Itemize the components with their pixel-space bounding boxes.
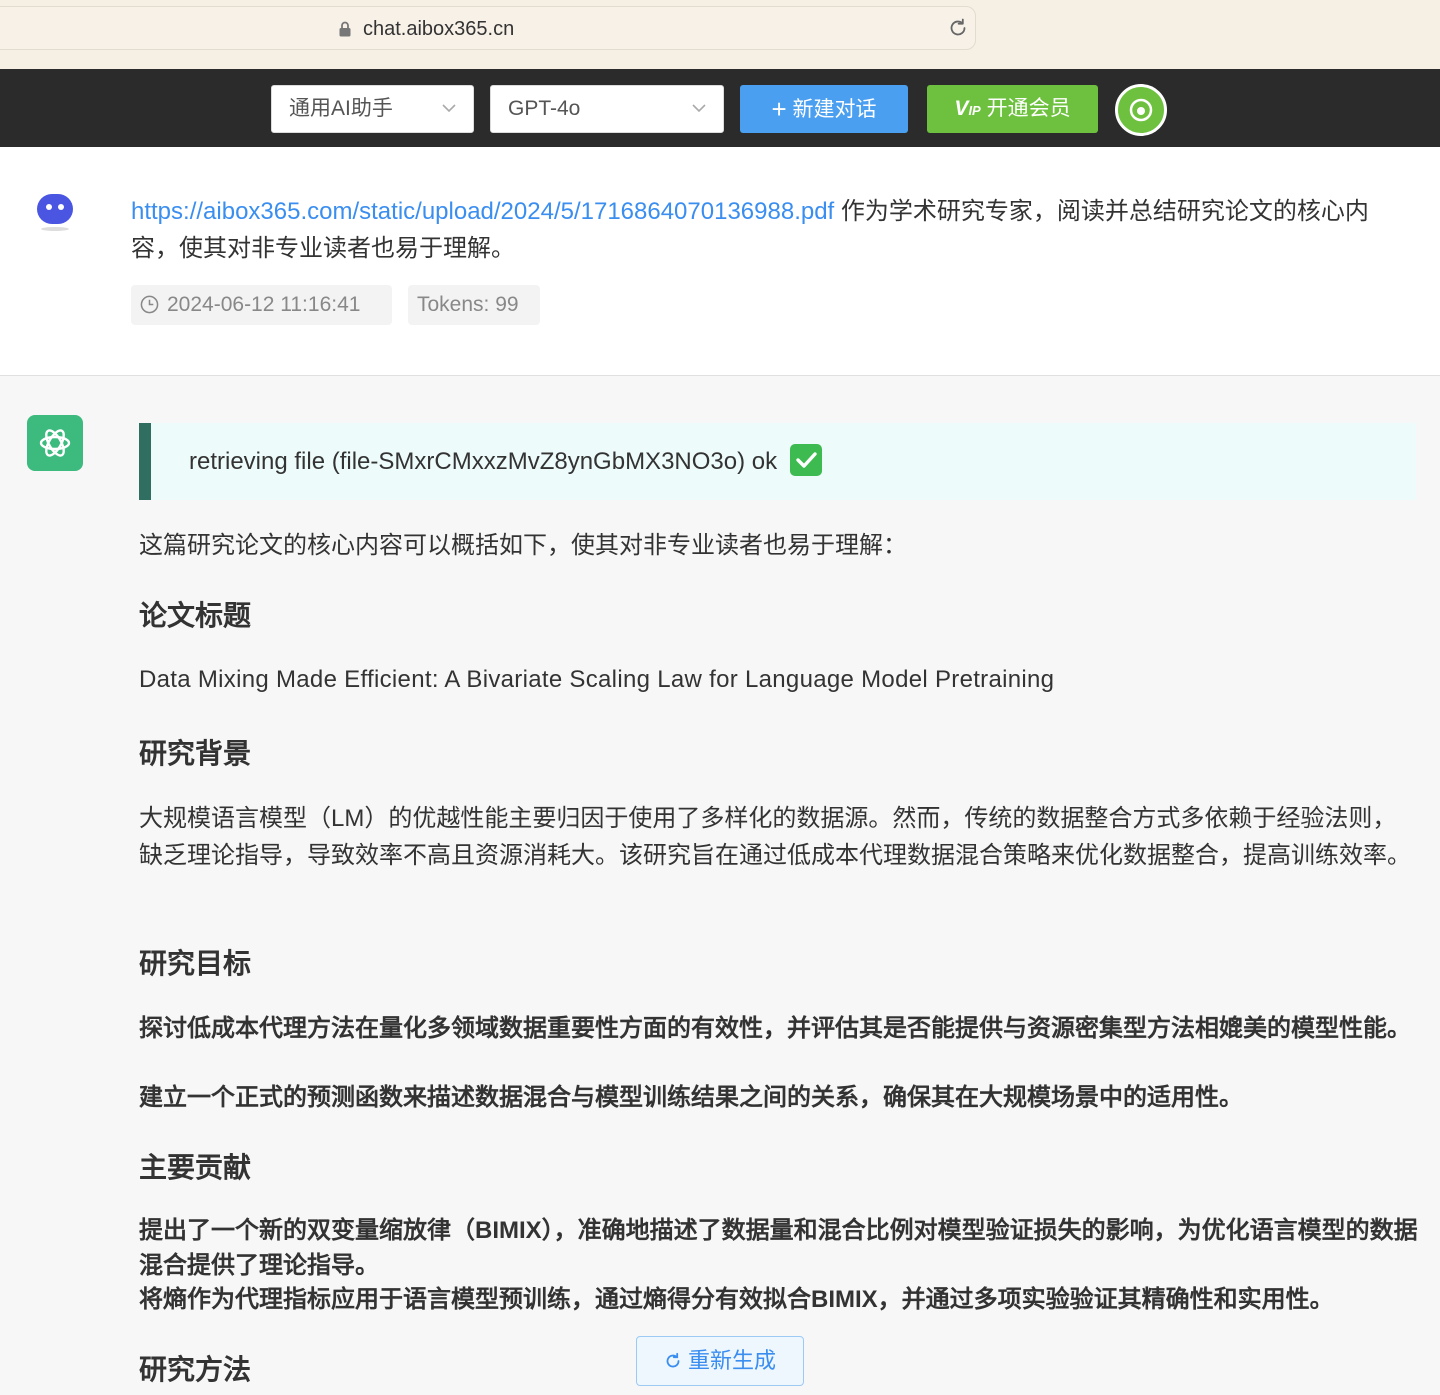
pdf-link[interactable]: https://aibox365.com/static/upload/2024/… [131, 198, 834, 225]
lock-icon [339, 21, 351, 37]
timestamp-badge: 2024-06-12 11:16:41 [131, 285, 392, 325]
assistant-select-value: 通用AI助手 [289, 97, 393, 120]
app-toolbar: 通用AI助手 GPT-4o + 新建对话 VIP 开通会员 [0, 69, 1440, 147]
clock-icon [140, 295, 159, 314]
chevron-down-icon [692, 104, 706, 113]
reload-icon[interactable] [947, 17, 969, 39]
goal-item-2: 建立一个正式的预测函数来描述数据混合与模型训练结果之间的关系，确保其在大规模场景… [139, 1084, 1243, 1111]
new-chat-button[interactable]: + 新建对话 [740, 85, 908, 133]
user-message: https://aibox365.com/static/upload/2024/… [0, 147, 1440, 376]
browser-bar: chat.aibox365.cn [0, 0, 1440, 69]
tokens-badge: Tokens: 99 [408, 285, 540, 325]
assistant-message: retrieving file (file-SMxrCMxxzMvZ8ynGbM… [0, 376, 1440, 1395]
heading-goal: 研究目标 [139, 948, 252, 979]
vip-button[interactable]: VIP 开通会员 [927, 85, 1098, 133]
paper-title: Data Mixing Made Efficient: A Bivariate … [139, 666, 1055, 693]
heading-contributions: 主要贡献 [139, 1152, 252, 1183]
new-chat-label: 新建对话 [792, 98, 877, 121]
openai-logo-icon [39, 429, 71, 457]
refresh-icon [666, 1352, 680, 1368]
chevron-down-icon [442, 104, 456, 113]
check-icon [789, 444, 822, 476]
heading-background: 研究背景 [139, 738, 252, 769]
retrieval-text: retrieving file (file-SMxrCMxxzMvZ8ynGbM… [189, 448, 778, 475]
goal-item-1: 探讨低成本代理方法在量化多领域数据重要性方面的有效性，并评估其是否能提供与资源密… [139, 1015, 1411, 1042]
avatar-icon [1129, 98, 1153, 122]
plus-icon: + [771, 94, 787, 124]
heading-title: 论文标题 [139, 600, 252, 631]
user-avatar-icon [37, 194, 73, 231]
retrieval-status: retrieving file (file-SMxrCMxxzMvZ8ynGbM… [139, 423, 1416, 500]
contribution-item-1: 提出了一个新的双变量缩放律（BIMIX），准确地描述了数据量和混合比例对模型验证… [139, 1217, 1418, 1279]
timestamp-text: 2024-06-12 11:16:41 [167, 293, 361, 316]
regenerate-button[interactable]: 重新生成 [636, 1336, 804, 1386]
intro-paragraph: 这篇研究论文的核心内容可以概括如下，使其对非专业读者也易于理解： [139, 532, 907, 559]
regenerate-label: 重新生成 [687, 1348, 776, 1373]
contribution-item-2: 将熵作为代理指标应用于语言模型预训练，通过熵得分有效拟合BIMIX，并通过多项实… [139, 1286, 1334, 1313]
user-avatar-button[interactable] [1115, 84, 1167, 136]
assistant-avatar [27, 415, 83, 471]
model-select[interactable]: GPT-4o [490, 85, 724, 133]
background-paragraph: 大规模语言模型（LM）的优越性能主要归因于使用了多样化的数据源。然而，传统的数据… [139, 805, 1411, 869]
address-bar[interactable]: chat.aibox365.cn [0, 6, 976, 50]
vip-label: 开通会员 [986, 97, 1071, 120]
user-message-text: https://aibox365.com/static/upload/2024/… [131, 193, 1416, 267]
assistant-select[interactable]: 通用AI助手 [271, 85, 474, 133]
model-select-value: GPT-4o [508, 97, 581, 120]
url-text: chat.aibox365.cn [363, 18, 515, 40]
vip-icon: VIP [954, 97, 981, 120]
